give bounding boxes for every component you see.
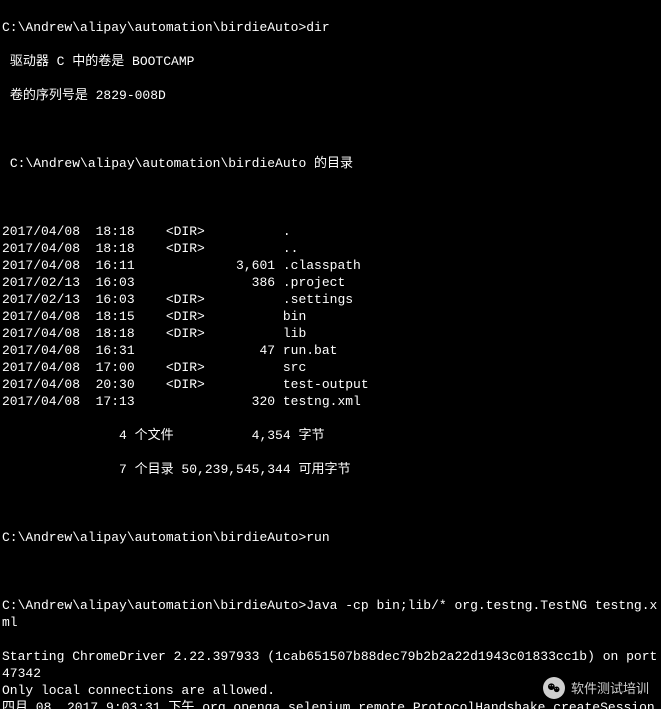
watermark: 软件测试培训 (543, 677, 649, 699)
dir-entry: 2017/02/13 16:03 386 .project (2, 274, 659, 291)
terminal-output[interactable]: C:\Andrew\alipay\automation\birdieAuto>d… (0, 0, 661, 709)
dir-entry: 2017/04/08 17:13 320 testng.xml (2, 393, 659, 410)
dir-entry: 2017/04/08 20:30 <DIR> test-output (2, 376, 659, 393)
drive-info: 驱动器 C 中的卷是 BOOTCAMP (2, 53, 659, 70)
dir-entry: 2017/04/08 16:11 3,601 .classpath (2, 257, 659, 274)
serial-info: 卷的序列号是 2829-008D (2, 87, 659, 104)
dir-entry: 2017/04/08 18:18 <DIR> .. (2, 240, 659, 257)
summary-files: 4 个文件 4,354 字节 (2, 427, 659, 444)
log-line: 四月 08, 2017 9:03:31 下午 org.openqa.seleni… (2, 699, 659, 709)
blank (2, 189, 659, 206)
prompt-line: C:\Andrew\alipay\automation\birdieAuto>r… (2, 529, 659, 546)
blank (2, 563, 659, 580)
dir-of: C:\Andrew\alipay\automation\birdieAuto 的… (2, 155, 659, 172)
dir-listing: 2017/04/08 18:18 <DIR> .2017/04/08 18:18… (2, 223, 659, 410)
dir-entry: 2017/04/08 17:00 <DIR> src (2, 359, 659, 376)
dir-entry: 2017/02/13 16:03 <DIR> .settings (2, 291, 659, 308)
wechat-icon (543, 677, 565, 699)
summary-dirs: 7 个目录 50,239,545,344 可用字节 (2, 461, 659, 478)
prompt-path: C:\Andrew\alipay\automation\birdieAuto> (2, 20, 306, 35)
prompt-path: C:\Andrew\alipay\automation\birdieAuto> (2, 530, 306, 545)
prompt-cmd: run (306, 530, 329, 545)
prompt-cmd: dir (306, 20, 329, 35)
prompt-line: C:\Andrew\alipay\automation\birdieAuto>J… (2, 597, 659, 631)
watermark-text: 软件测试培训 (571, 680, 649, 697)
dir-entry: 2017/04/08 18:18 <DIR> . (2, 223, 659, 240)
dir-entry: 2017/04/08 18:15 <DIR> bin (2, 308, 659, 325)
blank (2, 495, 659, 512)
dir-entry: 2017/04/08 16:31 47 run.bat (2, 342, 659, 359)
prompt-path: C:\Andrew\alipay\automation\birdieAuto> (2, 598, 306, 613)
blank (2, 121, 659, 138)
dir-entry: 2017/04/08 18:18 <DIR> lib (2, 325, 659, 342)
prompt-line: C:\Andrew\alipay\automation\birdieAuto>d… (2, 19, 659, 36)
